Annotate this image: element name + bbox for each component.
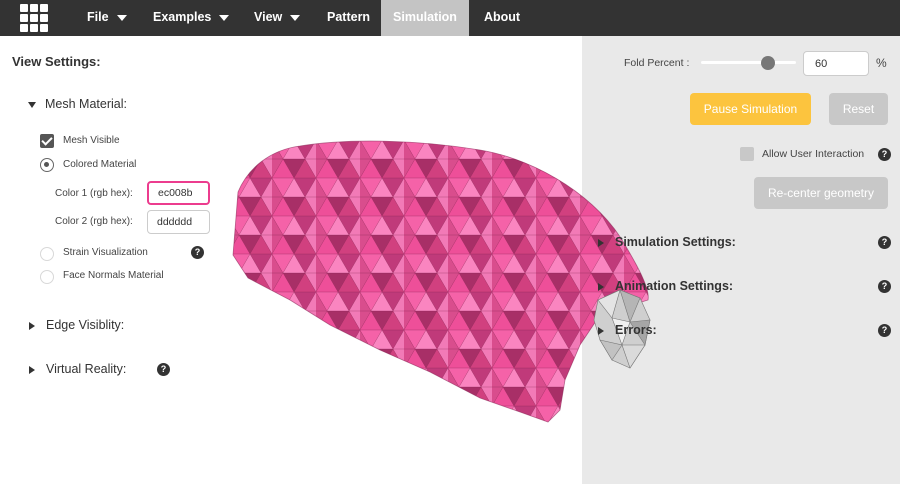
color2-label: Color 2 (rgb hex): [55,216,133,227]
mesh-visible-label: Mesh Visible [63,135,120,146]
caret-down-icon [219,14,230,21]
animation-settings-toggle[interactable]: Animation Settings: [598,279,733,293]
virtual-reality-label: Virtual Reality: [46,362,127,376]
triangle-right-icon [29,321,35,330]
mesh-visible-checkbox[interactable] [40,134,54,148]
nav-view[interactable]: View [254,0,301,36]
color1-label: Color 1 (rgb hex): [55,188,133,199]
reset-button[interactable]: Reset [829,93,888,125]
question-mark-icon[interactable]: ? [878,148,891,161]
pause-simulation-button[interactable]: Pause Simulation [690,93,811,125]
edge-visibility-label: Edge Visiblity: [46,318,125,332]
top-navbar: File Examples View Pattern Simulation Ab… [0,0,900,36]
simulation-settings-toggle[interactable]: Simulation Settings: [598,235,736,249]
virtual-reality-toggle[interactable]: Virtual Reality: [29,362,126,376]
question-mark-icon[interactable]: ? [191,246,204,259]
colored-material-label: Colored Material [63,159,137,170]
nav-file[interactable]: File [87,0,127,36]
color2-input[interactable] [147,210,210,234]
fold-percent-slider[interactable] [701,61,796,64]
nav-pattern-label: Pattern [327,10,371,24]
nav-file-label: File [87,10,109,24]
fold-percent-label: Fold Percent : [624,57,690,69]
fold-percent-slider-thumb[interactable] [761,56,775,70]
nav-simulation[interactable]: Simulation [381,0,469,36]
fold-percent-input[interactable] [803,51,869,76]
question-mark-icon[interactable]: ? [878,324,891,337]
nav-examples[interactable]: Examples [153,0,230,36]
nav-about[interactable]: About [484,0,520,36]
nav-simulation-label: Simulation [393,10,457,24]
errors-toggle[interactable]: Errors: [598,323,657,337]
face-normals-radio[interactable] [40,270,54,284]
recenter-geometry-button[interactable]: Re-center geometry [754,177,888,209]
edge-visibility-toggle[interactable]: Edge Visiblity: [29,318,124,332]
triangle-right-icon [598,326,604,335]
triangle-right-icon [598,282,604,291]
strain-visualization-label: Strain Visualization [63,247,148,258]
colored-material-radio[interactable] [40,158,54,172]
allow-user-interaction-checkbox[interactable] [740,147,754,161]
caret-down-icon [290,14,301,21]
simulation-settings-label: Simulation Settings: [615,235,736,249]
view-settings-title: View Settings: [12,54,101,69]
triangle-down-icon [28,101,36,108]
strain-visualization-radio[interactable] [40,247,54,261]
nav-about-label: About [484,10,521,24]
percent-sign: % [876,56,887,70]
face-normals-label: Face Normals Material [63,270,164,281]
question-mark-icon[interactable]: ? [878,280,891,293]
nav-pattern[interactable]: Pattern [327,0,370,36]
question-mark-icon[interactable]: ? [878,236,891,249]
mesh-material-label: Mesh Material: [45,97,127,111]
animation-settings-label: Animation Settings: [615,279,734,293]
mesh-material-toggle[interactable]: Mesh Material: [28,97,127,111]
caret-down-icon [116,14,127,21]
grid-logo-icon[interactable] [19,3,49,33]
allow-user-interaction-label: Allow User Interaction [762,148,865,160]
errors-label: Errors: [615,323,657,337]
nav-examples-label: Examples [153,10,212,24]
question-mark-icon[interactable]: ? [157,363,170,376]
triangle-right-icon [29,365,35,374]
triangle-right-icon [598,238,604,247]
nav-view-label: View [254,10,283,24]
color1-input[interactable] [147,181,210,205]
